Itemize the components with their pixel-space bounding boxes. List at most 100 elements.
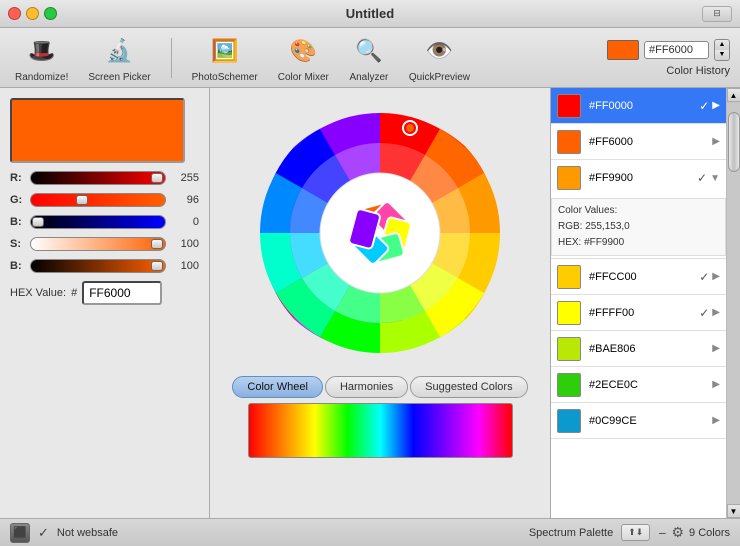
- list-item[interactable]: #BAE806 ▶: [551, 331, 726, 367]
- stepper-down[interactable]: ▼: [715, 50, 729, 60]
- expanded-group: #FF9900 ✓ ▼ Color Values: RGB: 255,153,0…: [551, 160, 726, 259]
- color-mixer-button[interactable]: 🎨 Color Mixer: [273, 30, 334, 86]
- screen-picker-button[interactable]: 🔬 Screen Picker: [83, 30, 155, 86]
- toolbar-separator: [171, 38, 172, 78]
- scrollbar-track[interactable]: [727, 102, 740, 504]
- resize-button[interactable]: ⊟: [702, 6, 732, 22]
- hex-input-toolbar[interactable]: [644, 41, 709, 59]
- analyzer-button[interactable]: 🔍 Analyzer: [344, 30, 394, 86]
- scrollbar-down[interactable]: ▼: [727, 504, 740, 518]
- tab-suggested-colors[interactable]: Suggested Colors: [410, 376, 527, 398]
- spectrum-bar[interactable]: [248, 403, 513, 458]
- color-list[interactable]: #FF0000 ✓ ▶ #FF6000 ▶ #FF9900 ✓ ▼: [551, 88, 726, 518]
- color-stepper[interactable]: ▲ ▼: [714, 39, 730, 61]
- color-preview: [10, 98, 185, 163]
- color-check: ✓: [697, 171, 707, 185]
- analyzer-label: Analyzer: [349, 72, 388, 83]
- color-history-label: Color History: [666, 65, 730, 77]
- color-history-area: ▲ ▼ Color History: [607, 39, 730, 77]
- stepper-up[interactable]: ▲: [715, 40, 729, 50]
- color-check: ✓: [699, 306, 709, 320]
- hex-hash: #: [71, 287, 77, 299]
- s-slider-row: S: 100: [10, 237, 199, 251]
- list-item[interactable]: #2ECE0C ▶: [551, 367, 726, 403]
- color-hex: #FFCC00: [589, 271, 699, 283]
- right-scrollbar[interactable]: ▲ ▼: [726, 88, 740, 518]
- color-picker-row: ▲ ▼: [607, 39, 730, 61]
- brightness-slider-thumb[interactable]: [151, 261, 163, 271]
- g-slider-track[interactable]: [30, 193, 166, 207]
- status-controls: − ⚙ 9 Colors: [658, 524, 730, 541]
- photo-schemer-button[interactable]: 🖼️ PhotoSchemer: [187, 30, 263, 86]
- minimize-button[interactable]: [26, 7, 39, 20]
- r-label: R:: [10, 172, 25, 184]
- status-bar: ⬛ ✓ Not websafe Spectrum Palette ⬆⬇ − ⚙ …: [0, 518, 740, 546]
- status-checkmark: ✓: [38, 525, 49, 541]
- list-item[interactable]: #FF9900 ✓ ▼: [551, 160, 726, 196]
- screen-picker-label: Screen Picker: [88, 72, 150, 83]
- quick-preview-button[interactable]: 👁️ QuickPreview: [404, 30, 475, 86]
- randomize-icon: 🎩: [24, 33, 60, 69]
- g-slider-row: G: 96: [10, 193, 199, 207]
- photo-schemer-icon: 🖼️: [207, 33, 243, 69]
- minus-button[interactable]: −: [658, 525, 666, 541]
- list-item[interactable]: #FF0000 ✓ ▶: [551, 88, 726, 124]
- toolbar: 🎩 Randomize! 🔬 Screen Picker 🖼️ PhotoSch…: [0, 28, 740, 88]
- scrollbar-thumb[interactable]: [728, 112, 740, 172]
- color-arrow: ▶: [712, 271, 720, 282]
- gear-icon[interactable]: ⚙: [671, 524, 684, 541]
- r-slider-thumb[interactable]: [151, 173, 163, 183]
- g-value: 96: [171, 194, 199, 206]
- tab-color-wheel[interactable]: Color Wheel: [232, 376, 323, 398]
- color-check: ✓: [699, 99, 709, 113]
- color-swatch: [557, 166, 581, 190]
- color-swatch: [557, 373, 581, 397]
- hex-input-main[interactable]: [82, 281, 162, 305]
- r-value: 255: [171, 172, 199, 184]
- g-slider-thumb[interactable]: [76, 195, 88, 205]
- r-slider-track[interactable]: [30, 171, 166, 185]
- maximize-button[interactable]: [44, 7, 57, 20]
- color-swatch: [557, 265, 581, 289]
- b-label: B:: [10, 216, 25, 228]
- list-item[interactable]: #0C99CE ▶: [551, 403, 726, 439]
- color-arrow: ▶: [712, 415, 720, 426]
- list-item[interactable]: #FFFF00 ✓ ▶: [551, 295, 726, 331]
- color-arrow: ▶: [712, 379, 720, 390]
- color-swatch: [557, 337, 581, 361]
- b-slider-row: B: 0: [10, 215, 199, 229]
- color-wheel-svg[interactable]: [245, 98, 515, 368]
- tab-harmonies[interactable]: Harmonies: [325, 376, 408, 398]
- title-bar: Untitled ⊟: [0, 0, 740, 28]
- color-values-rgb: RGB: 255,153,0: [558, 219, 719, 235]
- color-values-label: Color Values:: [558, 203, 719, 219]
- photo-schemer-label: PhotoSchemer: [192, 72, 258, 83]
- randomize-button[interactable]: 🎩 Randomize!: [10, 30, 73, 86]
- brightness-value: 100: [171, 260, 199, 272]
- spectrum-dropdown[interactable]: ⬆⬇: [621, 524, 650, 541]
- status-icon: ⬛: [10, 523, 30, 543]
- list-item[interactable]: #FFCC00 ✓ ▶: [551, 259, 726, 295]
- b-slider-thumb[interactable]: [32, 217, 44, 227]
- close-button[interactable]: [8, 7, 21, 20]
- s-slider-thumb[interactable]: [151, 239, 163, 249]
- s-slider-track[interactable]: [30, 237, 166, 251]
- brightness-slider-row: B: 100: [10, 259, 199, 273]
- color-values-box: Color Values: RGB: 255,153,0 HEX: #FF990…: [551, 198, 726, 256]
- color-arrow: ▼: [710, 173, 720, 184]
- analyzer-icon: 🔍: [351, 33, 387, 69]
- color-hex: #FF9900: [589, 172, 697, 184]
- b-slider-track[interactable]: [30, 215, 166, 229]
- color-mixer-label: Color Mixer: [278, 72, 329, 83]
- color-mixer-icon: 🎨: [285, 33, 321, 69]
- scrollbar-up[interactable]: ▲: [727, 88, 740, 102]
- quick-preview-label: QuickPreview: [409, 72, 470, 83]
- color-count: 9 Colors: [689, 527, 730, 539]
- quick-preview-icon: 👁️: [421, 33, 457, 69]
- color-wheel-container: [245, 98, 515, 368]
- brightness-label: B:: [10, 260, 25, 272]
- brightness-slider-track[interactable]: [30, 259, 166, 273]
- randomize-label: Randomize!: [15, 72, 68, 83]
- dropdown-arrow-icon: ⬆⬇: [628, 527, 643, 538]
- list-item[interactable]: #FF6000 ▶: [551, 124, 726, 160]
